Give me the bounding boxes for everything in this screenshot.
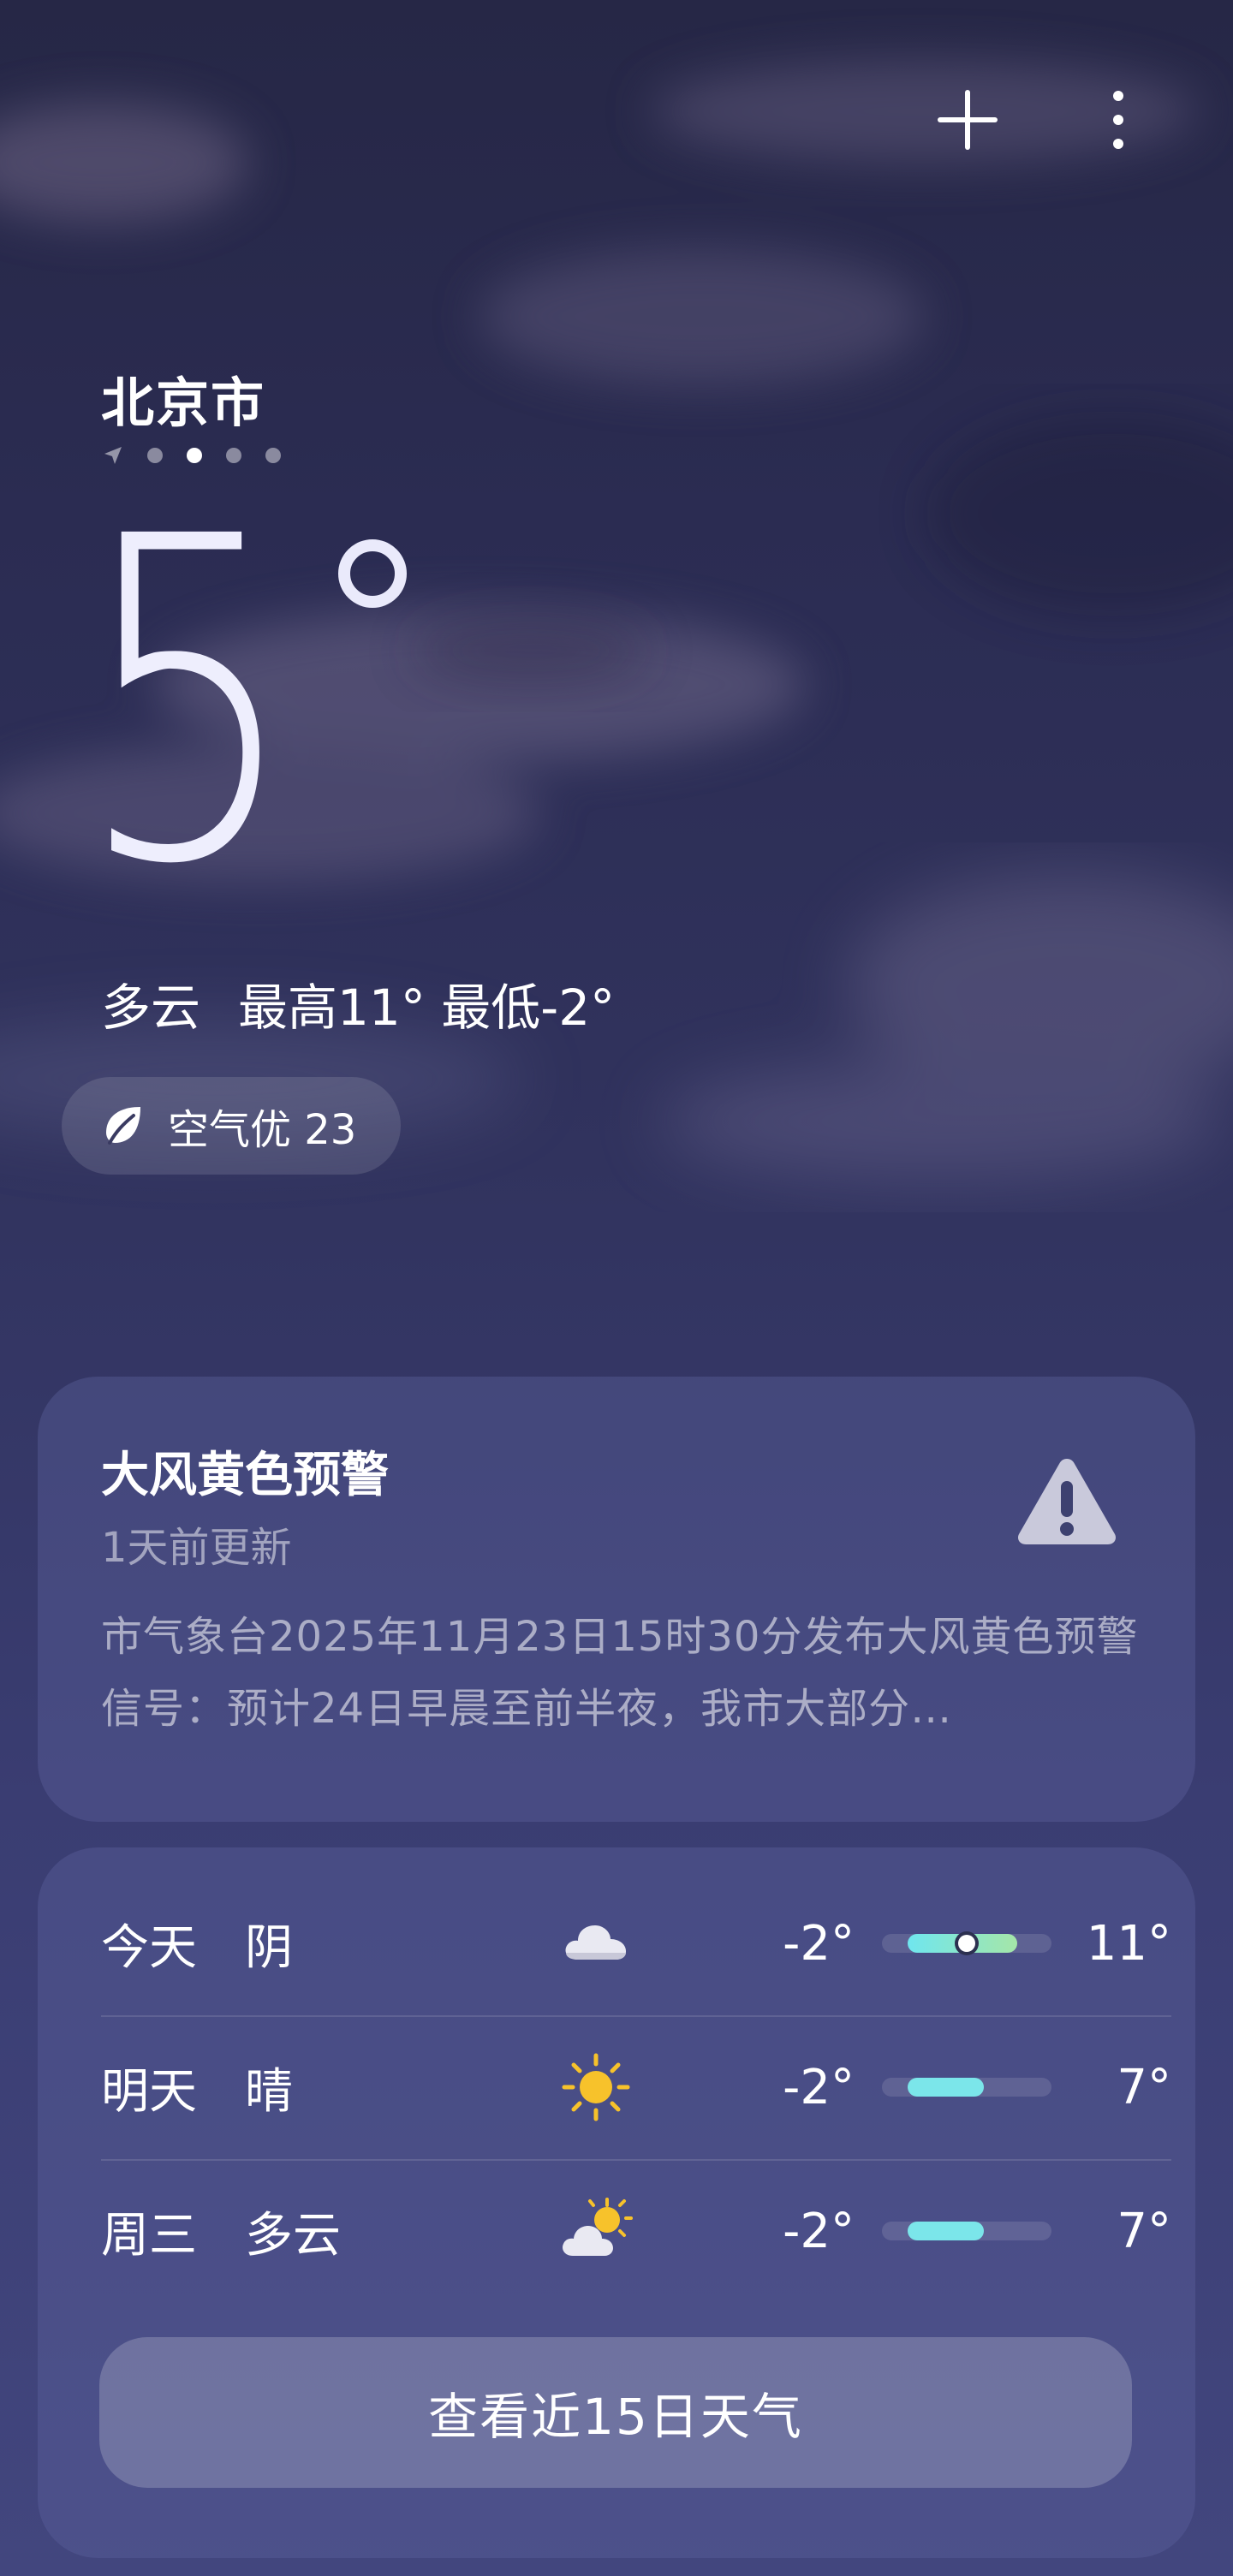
high-low: 最高11° 最低-2°	[238, 967, 615, 1039]
forecast-high: 7°	[1117, 2203, 1171, 2259]
alert-title: 大风黄色预警	[101, 1448, 389, 1503]
more-vertical-icon	[1113, 91, 1123, 149]
forecast-day: 周三	[101, 2207, 197, 2264]
leaf-icon	[106, 1107, 140, 1145]
forecast-row[interactable]: 今天阴 -2° 11°	[101, 1871, 1171, 2015]
degree-symbol	[338, 539, 407, 608]
alert-body: 市气象台2025年11月23日15时30分发布大风黄色预警信号：预计24日早晨至…	[101, 1613, 1139, 1733]
weather-alert-card[interactable]: 大风黄色预警 1天前更新 市气象台2025年11月23日15时30分发布大风黄色…	[38, 1377, 1195, 1822]
more-menu-button[interactable]	[1084, 86, 1153, 154]
partly-cloudy-icon	[559, 2194, 633, 2268]
fifteen-day-forecast-button[interactable]: 查看近15日天气	[99, 2337, 1132, 2488]
sun-icon	[559, 2050, 633, 2124]
forecast-low: -2°	[783, 2203, 855, 2259]
current-condition: 多云	[101, 979, 201, 1037]
current-temperature: 5	[77, 443, 298, 961]
temperature-range-bar	[882, 2222, 1051, 2240]
forecast-high: 7°	[1117, 2059, 1171, 2115]
temperature-range-fill	[907, 2222, 984, 2240]
alert-updated: 1天前更新	[101, 1524, 292, 1572]
forecast-high: 11°	[1086, 1915, 1171, 1972]
forecast-low: -2°	[783, 2059, 855, 2115]
warning-triangle-icon	[1017, 1459, 1117, 1544]
forecast-card: 今天阴 -2° 11° 明天晴 -2° 7° 周三 多云 -2° 7° 查看近15日天气	[38, 1847, 1195, 2558]
air-quality-label: 空气优 23	[168, 1106, 357, 1154]
high-temp: 最高11°	[238, 979, 426, 1037]
forecast-condition: 晴	[245, 2063, 293, 2120]
current-temp-marker	[958, 1935, 975, 1952]
forecast-low: -2°	[783, 1915, 855, 1972]
low-temp: 最低-2°	[441, 979, 616, 1037]
forecast-condition: 多云	[245, 2207, 341, 2264]
forecast-condition: 阴	[245, 1919, 293, 1976]
forecast-day: 明天	[101, 2063, 197, 2120]
city-name: 北京市	[101, 372, 266, 434]
forecast-row[interactable]: 明天晴 -2° 7°	[101, 2015, 1171, 2159]
temperature-range-bar	[882, 2078, 1051, 2097]
forecast-row[interactable]: 周三 多云 -2° 7°	[101, 2159, 1171, 2303]
plus-icon	[938, 90, 998, 150]
forecast-day: 今天	[101, 1919, 197, 1976]
temperature-range-bar	[882, 1934, 1051, 1953]
air-quality-pill[interactable]: 空气优 23	[62, 1077, 402, 1175]
add-city-button[interactable]	[933, 86, 1002, 154]
cloud-icon	[559, 1907, 633, 1980]
weather-summary: 多云 最高11° 最低-2°	[101, 967, 615, 1039]
temperature-range-fill	[907, 2078, 984, 2097]
